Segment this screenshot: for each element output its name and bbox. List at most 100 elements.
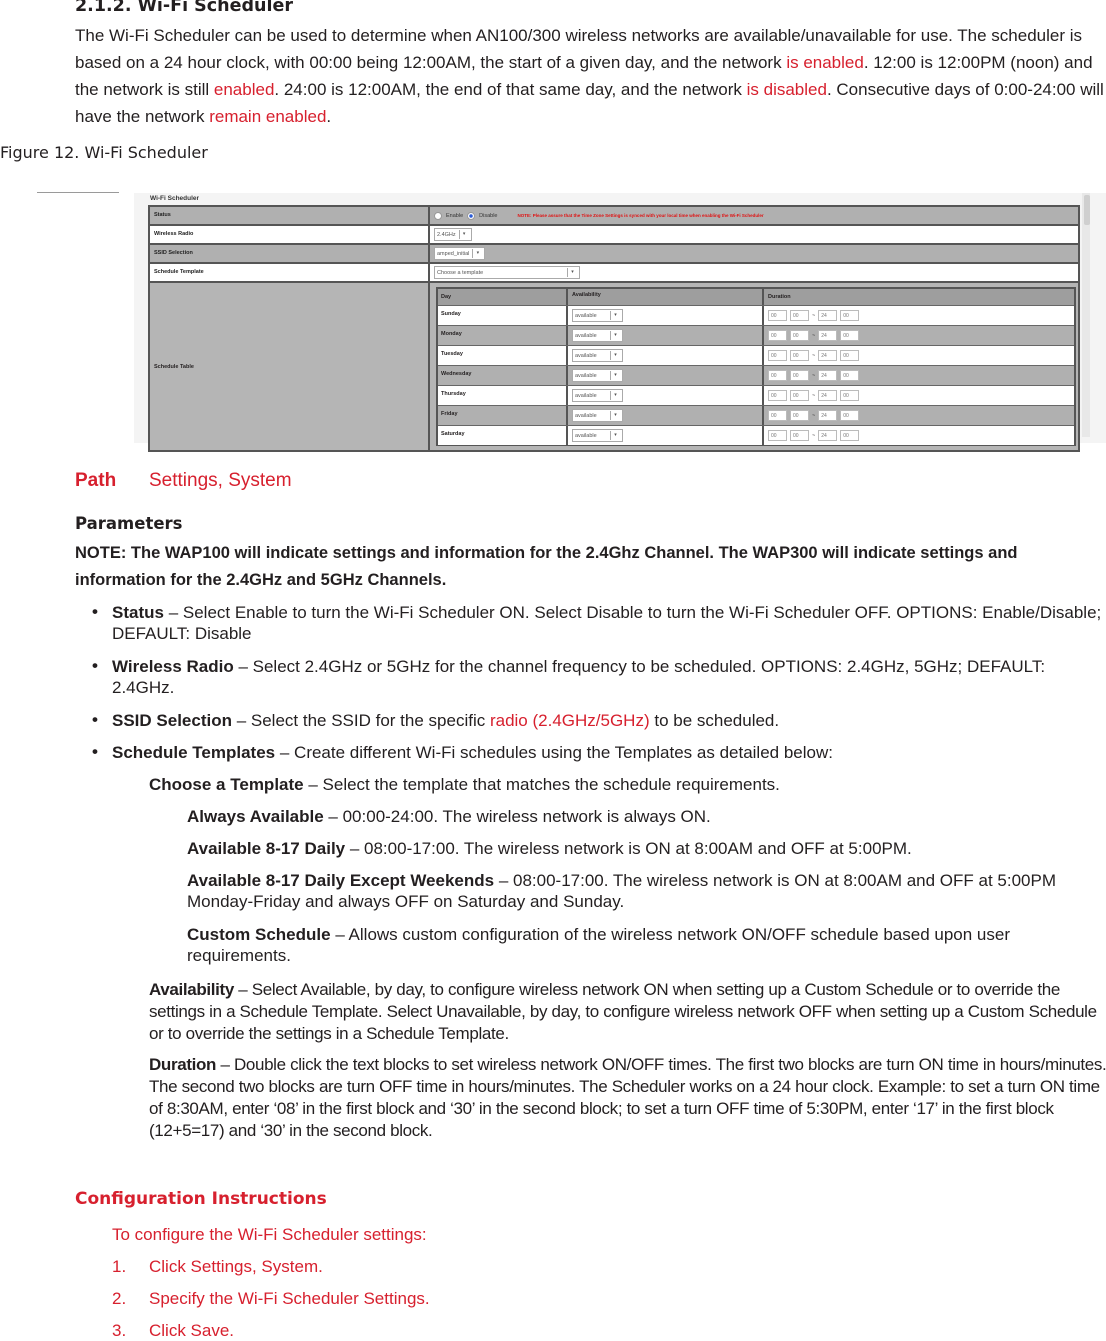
start-hour-input[interactable]: 00 xyxy=(768,330,787,341)
template-always-available: Always Available – 00:00-24:00. The wire… xyxy=(187,806,1106,827)
end-hour-input[interactable]: 24 xyxy=(818,370,838,381)
param-desc: – Select Enable to turn the Wi-Fi Schedu… xyxy=(112,603,1102,643)
end-hour-input[interactable]: 24 xyxy=(818,330,838,341)
range-separator: ~ xyxy=(812,312,816,319)
range-separator: ~ xyxy=(812,372,816,379)
param-term: Duration xyxy=(149,1055,217,1074)
param-desc: – Select the template that matches the s… xyxy=(303,775,780,794)
end-minute-input[interactable]: 00 xyxy=(840,310,860,321)
availability-select[interactable]: available ▾ xyxy=(572,429,623,442)
end-hour-input[interactable]: 24 xyxy=(818,430,838,441)
start-minute-input[interactable]: 00 xyxy=(790,310,809,321)
availability-select[interactable]: available ▾ xyxy=(572,369,623,382)
ssid-selection-label: SSID Selection xyxy=(150,245,430,262)
intro-text: . 24:00 is 12:00AM, the end of that same… xyxy=(274,80,747,99)
disable-radio-label: Disable xyxy=(479,212,498,219)
schedule-template-select[interactable]: Choose a template ▾ xyxy=(434,266,580,279)
chevron-down-icon: ▾ xyxy=(610,391,620,400)
schedule-row-saturday: Saturday available ▾ 00 00 ~24 00 xyxy=(438,426,1074,445)
wireless-radio-select[interactable]: 2.4GHz ▾ xyxy=(434,228,472,241)
param-desc: – Create different Wi-Fi schedules using… xyxy=(275,743,833,762)
availability-select[interactable]: available ▾ xyxy=(572,309,623,322)
end-hour-input[interactable]: 24 xyxy=(818,410,838,421)
day-label: Friday xyxy=(438,406,568,425)
param-desc: to be scheduled. xyxy=(649,711,780,730)
param-term: Status xyxy=(112,603,164,622)
start-minute-input[interactable]: 00 xyxy=(790,430,809,441)
chevron-down-icon: ▾ xyxy=(458,230,469,239)
availability-select[interactable]: available ▾ xyxy=(572,409,623,422)
param-term: Wireless Radio xyxy=(112,657,234,676)
path-value: Settings, System xyxy=(149,470,292,491)
end-minute-input[interactable]: 00 xyxy=(840,430,860,441)
end-minute-input[interactable]: 00 xyxy=(840,390,860,401)
parameters-title: Parameters xyxy=(75,514,183,533)
start-minute-input[interactable]: 00 xyxy=(790,350,809,361)
param-wireless-radio: Wireless Radio – Select 2.4GHz or 5GHz f… xyxy=(112,656,1102,698)
figure-screenshot: Wi-Fi Scheduler Status Enable Disable NO… xyxy=(134,193,1106,452)
template-term: Available 8-17 Daily xyxy=(187,839,346,858)
configuration-intro: To configure the Wi-Fi Scheduler setting… xyxy=(112,1225,427,1244)
start-hour-input[interactable]: 00 xyxy=(768,430,787,441)
header-availability: Availability xyxy=(568,289,764,305)
start-hour-input[interactable]: 00 xyxy=(768,410,787,421)
schedule-row-friday: Friday available ▾ 00 00 ~24 00 xyxy=(438,406,1074,426)
template-term: Always Available xyxy=(187,807,324,826)
param-term: Schedule Templates xyxy=(112,743,276,762)
intro-highlight: is disabled xyxy=(746,80,827,99)
day-label: Thursday xyxy=(438,386,568,405)
intro-highlight: remain enabled xyxy=(209,107,327,126)
availability-value: available xyxy=(575,392,597,399)
availability-select[interactable]: available ▾ xyxy=(572,349,623,362)
param-ssid-selection: SSID Selection – Select the SSID for the… xyxy=(112,710,1102,731)
end-hour-input[interactable]: 24 xyxy=(818,350,838,361)
start-hour-input[interactable]: 00 xyxy=(768,370,787,381)
availability-value: available xyxy=(575,432,597,439)
end-minute-input[interactable]: 00 xyxy=(840,370,860,381)
day-label: Sunday xyxy=(438,306,568,325)
end-hour-input[interactable]: 24 xyxy=(818,310,838,321)
template-available-8-17-daily: Available 8-17 Daily – 08:00-17:00. The … xyxy=(187,838,1106,859)
start-minute-input[interactable]: 00 xyxy=(790,370,809,381)
end-minute-input[interactable]: 00 xyxy=(840,410,860,421)
start-hour-input[interactable]: 00 xyxy=(768,310,787,321)
wireless-radio-value: 2.4GHz xyxy=(437,231,456,238)
schedule-template-label: Schedule Template xyxy=(150,264,430,281)
availability-select[interactable]: available ▾ xyxy=(572,389,623,402)
end-minute-input[interactable]: 00 xyxy=(840,350,860,361)
template-custom-schedule: Custom Schedule – Allows custom configur… xyxy=(187,924,1106,966)
schedule-row-thursday: Thursday available ▾ 00 00 ~24 00 xyxy=(438,386,1074,406)
start-hour-input[interactable]: 00 xyxy=(768,350,787,361)
disable-radio[interactable] xyxy=(467,211,476,220)
parameters-note: NOTE: The WAP100 will indicate settings … xyxy=(75,544,1018,589)
bullet-icon: • xyxy=(92,742,98,761)
chevron-down-icon: ▾ xyxy=(472,249,482,258)
step-text: Click Settings, System. xyxy=(149,1257,323,1276)
configuration-title: Configuration Instructions xyxy=(75,1189,327,1209)
start-minute-input[interactable]: 00 xyxy=(790,410,809,421)
intro-highlight: enabled xyxy=(213,80,275,99)
intro-highlight: is enabled xyxy=(786,53,864,72)
template-term: Custom Schedule xyxy=(187,925,331,944)
availability-select[interactable]: available ▾ xyxy=(572,329,623,342)
day-label: Tuesday xyxy=(438,346,568,365)
step-number: 3. xyxy=(112,1321,127,1340)
schedule-row-wednesday: Wednesday available ▾ 00 00 ~24 00 xyxy=(438,366,1074,386)
ssid-select[interactable]: amped_initial ▾ xyxy=(434,247,486,260)
availability-value: available xyxy=(575,412,597,419)
day-label: Wednesday xyxy=(438,366,568,385)
param-schedule-templates: Schedule Templates – Create different Wi… xyxy=(112,742,1102,763)
end-minute-input[interactable]: 00 xyxy=(840,330,860,341)
header-duration: Duration xyxy=(768,294,791,300)
start-hour-input[interactable]: 00 xyxy=(768,390,787,401)
param-term: SSID Selection xyxy=(112,711,232,730)
choose-template: Choose a Template – Select the template … xyxy=(149,774,1106,795)
param-term: Availability xyxy=(149,980,234,999)
start-minute-input[interactable]: 00 xyxy=(790,330,809,341)
figure-caption: Figure 12. Wi-Fi Scheduler xyxy=(0,143,208,162)
start-minute-input[interactable]: 00 xyxy=(790,390,809,401)
day-label: Monday xyxy=(438,326,568,345)
enable-radio[interactable] xyxy=(434,211,442,220)
schedule-table-row: Schedule Table Day Availability Duration… xyxy=(150,283,1078,450)
end-hour-input[interactable]: 24 xyxy=(818,390,838,401)
